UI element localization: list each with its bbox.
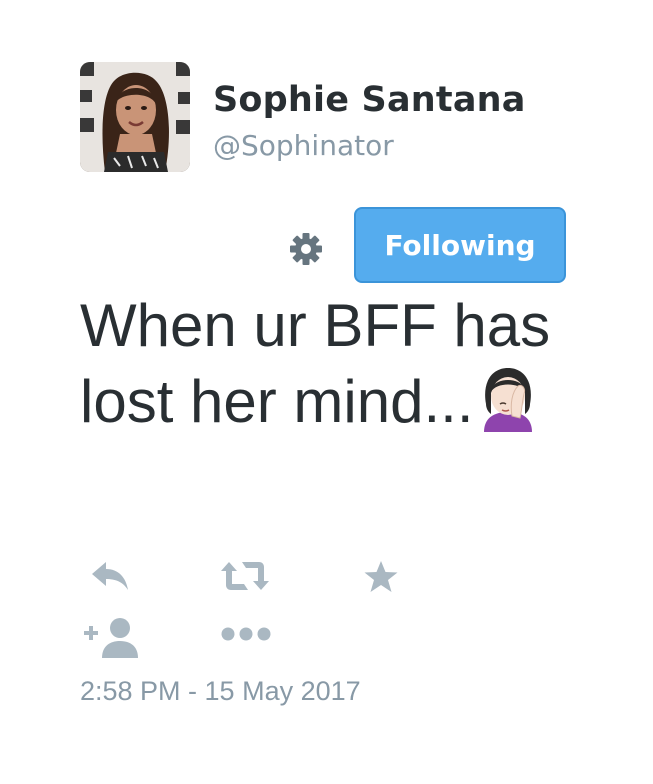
star-icon[interactable] — [363, 560, 399, 599]
add-user-icon[interactable] — [84, 616, 140, 663]
gear-icon[interactable] — [286, 229, 326, 269]
more-icon[interactable] — [221, 626, 271, 647]
reply-icon[interactable] — [90, 560, 130, 597]
face-palm-woman-emoji — [476, 364, 540, 432]
tweet-text: When ur BFF has lost her mind... — [80, 288, 600, 440]
retweet-icon[interactable] — [220, 560, 270, 597]
following-button[interactable]: Following — [354, 207, 566, 283]
display-name[interactable]: Sophie Santana — [213, 80, 526, 120]
avatar-image — [80, 62, 190, 172]
tweet-timestamp[interactable]: 2:58 PM - 15 May 2017 — [80, 676, 361, 707]
avatar[interactable] — [80, 62, 190, 172]
user-handle[interactable]: @Sophinator — [213, 129, 394, 162]
